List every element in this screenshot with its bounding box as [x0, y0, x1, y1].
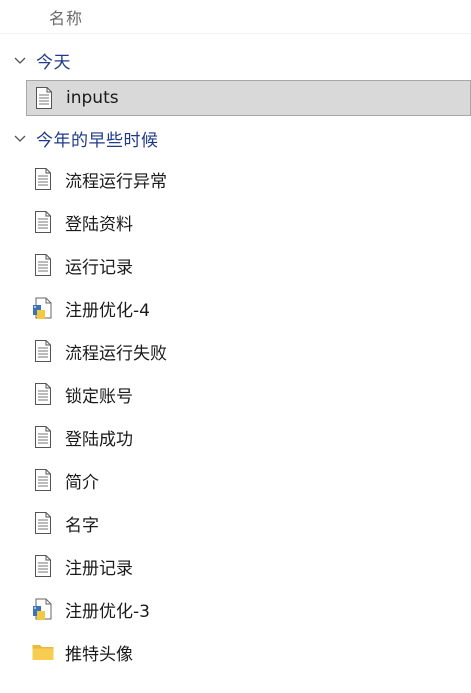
file-name: 运行记录 [65, 257, 133, 278]
file-name: 锁定账号 [65, 386, 133, 407]
file-row[interactable]: inputs [26, 80, 471, 116]
file-row[interactable]: 简介 [26, 462, 471, 498]
group-earlier-this-year[interactable]: 今年的早些时候 [12, 125, 159, 151]
document-icon [32, 86, 56, 110]
document-icon [31, 167, 55, 191]
header-divider [0, 33, 471, 34]
group-label: 今年的早些时候 [36, 130, 159, 151]
file-row[interactable]: 锁定账号 [26, 376, 471, 412]
python-file-icon [31, 597, 55, 621]
file-row[interactable]: 注册优化-4 [26, 290, 471, 326]
folder-name: 推特头像 [65, 644, 133, 665]
file-name: 注册优化-4 [65, 300, 150, 321]
file-name: 名字 [65, 515, 99, 536]
file-row[interactable]: 名字 [26, 505, 471, 541]
name-column-header[interactable]: 名称 [49, 5, 83, 29]
chevron-down-icon[interactable] [12, 130, 28, 146]
document-icon [31, 468, 55, 492]
file-row[interactable]: 登陆资料 [26, 204, 471, 240]
file-name: inputs [66, 88, 119, 108]
file-row[interactable]: 流程运行异常 [26, 161, 471, 197]
file-name: 注册优化-3 [65, 601, 150, 622]
file-row[interactable]: 登陆成功 [26, 419, 471, 455]
folder-icon [31, 640, 55, 664]
file-name: 登陆资料 [65, 214, 133, 235]
document-icon [31, 339, 55, 363]
folder-row[interactable]: 推特头像 [26, 634, 471, 670]
file-name: 流程运行异常 [65, 171, 167, 192]
file-row[interactable]: 注册优化-3 [26, 591, 471, 627]
chevron-down-icon[interactable] [12, 52, 28, 68]
python-file-icon [31, 296, 55, 320]
document-icon [31, 511, 55, 535]
file-row[interactable]: 运行记录 [26, 247, 471, 283]
file-row[interactable]: 注册记录 [26, 548, 471, 584]
column-header: 名称 [0, 0, 471, 34]
file-name: 简介 [65, 472, 99, 493]
document-icon [31, 382, 55, 406]
group-today[interactable]: 今天 [12, 47, 71, 73]
document-icon [31, 210, 55, 234]
document-icon [31, 554, 55, 578]
document-icon [31, 425, 55, 449]
file-name: 登陆成功 [65, 429, 133, 450]
file-name: 流程运行失败 [65, 343, 167, 364]
file-name: 注册记录 [65, 558, 133, 579]
document-icon [31, 253, 55, 277]
file-row[interactable]: 流程运行失败 [26, 333, 471, 369]
group-label: 今天 [36, 52, 71, 73]
